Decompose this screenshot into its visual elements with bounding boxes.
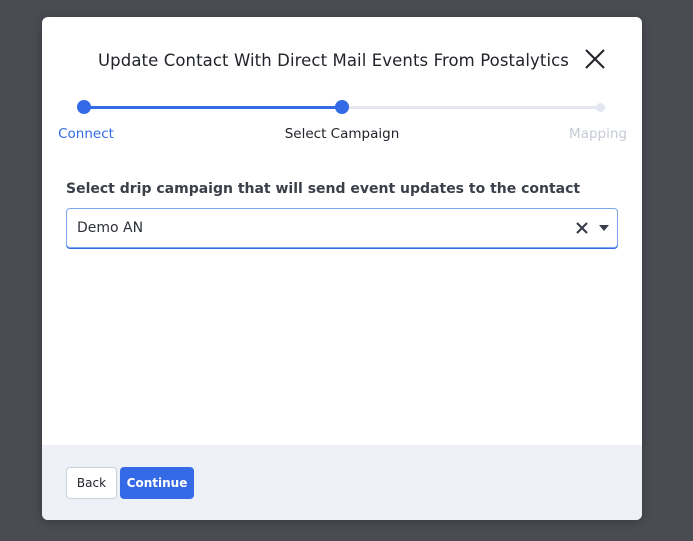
modal-dialog: Update Contact With Direct Mail Events F…	[42, 17, 642, 520]
continue-button[interactable]: Continue	[120, 467, 194, 499]
stepper: Connect Select Campaign Mapping	[42, 99, 642, 142]
step-label-connect[interactable]: Connect	[58, 126, 114, 142]
back-button[interactable]: Back	[66, 467, 117, 499]
campaign-field-label: Select drip campaign that will send even…	[66, 181, 581, 197]
step-label-mapping: Mapping	[569, 126, 627, 142]
modal-title: Update Contact With Direct Mail Events F…	[98, 51, 569, 70]
step-dot-connect	[77, 100, 91, 114]
modal-footer: Back Continue	[42, 445, 642, 520]
close-icon	[585, 49, 605, 69]
step-dot-mapping	[595, 103, 605, 112]
chevron-down-icon[interactable]	[599, 225, 609, 231]
step-label-select-campaign: Select Campaign	[284, 126, 400, 142]
step-dot-select-campaign	[335, 100, 349, 114]
close-button[interactable]	[584, 48, 606, 70]
campaign-select[interactable]: Demo AN	[66, 208, 618, 248]
clear-icon[interactable]	[575, 221, 589, 235]
campaign-select-value: Demo AN	[77, 220, 144, 236]
stepper-progress	[84, 106, 342, 109]
